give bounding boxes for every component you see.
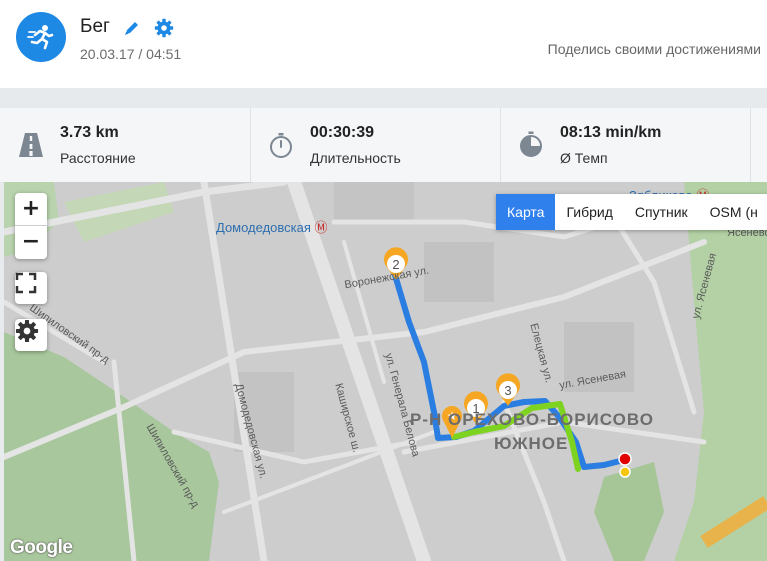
- map-canvas: ★ 1 2 3: [4, 182, 767, 561]
- stat-duration: 00:30:39 Длительность: [250, 108, 501, 182]
- zoom-out-button[interactable]: −: [15, 226, 47, 258]
- running-activity-avatar: [16, 12, 66, 62]
- map-type-osm[interactable]: OSM (н: [698, 194, 767, 230]
- map-settings-button[interactable]: [15, 319, 47, 351]
- stopwatch-icon: [270, 133, 292, 158]
- stats-bar: 3.73 km Расстояние 00:30:39 Длительность…: [0, 108, 767, 183]
- zoom-in-button[interactable]: +: [15, 193, 47, 225]
- finish-marker-icon: [618, 452, 632, 466]
- share-achievements-link[interactable]: Поделись своими достижениями: [548, 41, 761, 57]
- header-gap: [0, 88, 767, 108]
- stat-pace: 08:13 min/km Ø Темп: [500, 108, 751, 182]
- metro-label-domodedovskaya: Домодедовская Ⓜ: [216, 220, 328, 235]
- distance-label: Расстояние: [60, 150, 136, 166]
- district-label-line1: Р-Н ОРЕХОВО-БОРИСОВО: [410, 410, 654, 429]
- pace-value: 08:13 min/km: [560, 124, 662, 141]
- edit-pencil-icon[interactable]: [123, 19, 141, 37]
- fullscreen-button[interactable]: [15, 272, 47, 304]
- zoom-control: + −: [15, 193, 47, 259]
- map-type-karta[interactable]: Карта: [496, 194, 556, 230]
- map-type-gibrid[interactable]: Гибрид: [555, 194, 624, 230]
- settings-gear-icon[interactable]: [154, 18, 174, 38]
- map-type-switcher: Карта Гибрид Спутник OSM (н: [496, 194, 767, 230]
- stat-more: [750, 108, 767, 182]
- gear-icon: [15, 319, 39, 343]
- district-label-line2: ЮЖНОЕ: [494, 434, 569, 453]
- svg-text:3: 3: [504, 383, 511, 398]
- activity-title: Бег: [80, 16, 110, 37]
- pace-label: Ø Темп: [560, 150, 608, 166]
- fullscreen-icon: [15, 272, 37, 294]
- map-type-sputnik[interactable]: Спутник: [623, 194, 699, 230]
- route-map[interactable]: ★ 1 2 3 Домодедовская Ⓜ Зябликово Ⓜ Воро…: [4, 182, 767, 561]
- activity-header: Бег 20.03.17 / 04:51 Поделись своими дос…: [0, 0, 767, 88]
- pace-icon: [520, 131, 542, 157]
- city-block: [424, 242, 494, 302]
- google-logo: Google: [10, 537, 73, 558]
- distance-value: 3.73 km: [60, 124, 119, 141]
- end-marker-icon: [619, 466, 631, 478]
- duration-value: 00:30:39: [310, 124, 375, 141]
- stat-distance: 3.73 km Расстояние: [0, 108, 251, 182]
- activity-datetime: 20.03.17 / 04:51: [80, 46, 182, 62]
- runner-icon: [27, 25, 54, 50]
- duration-label: Длительность: [310, 150, 401, 166]
- city-block: [334, 182, 414, 222]
- road-icon: [19, 133, 43, 157]
